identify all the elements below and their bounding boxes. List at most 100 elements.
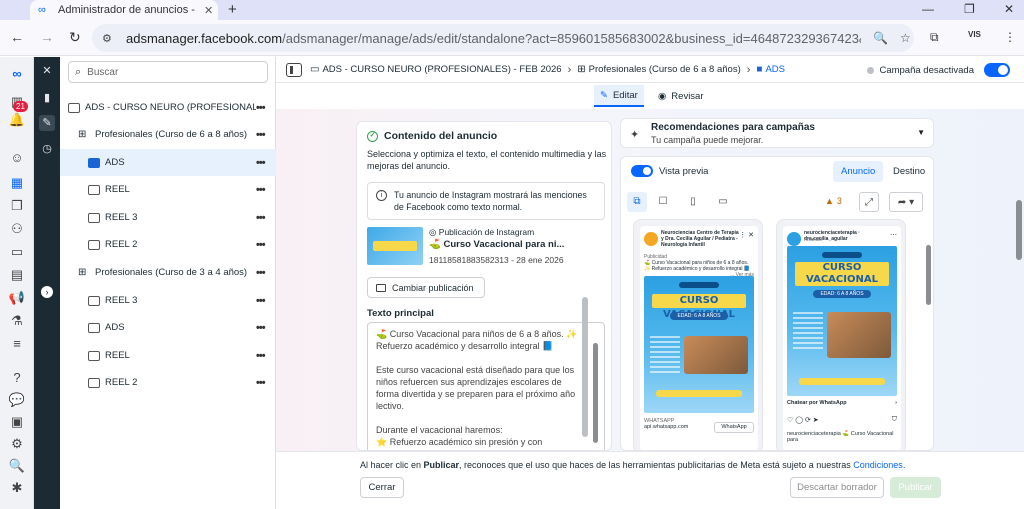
change-post-button[interactable]: Cambiar publicación <box>367 277 485 298</box>
ad-icon: ■ <box>756 64 763 75</box>
editor-scrollbar[interactable] <box>582 297 588 437</box>
tree-item-ad[interactable]: REEL ••• <box>60 342 276 369</box>
tools-icon[interactable]: ⚗ <box>8 312 26 330</box>
tree-item-adset[interactable]: ⊞ Profesionales (Curso de 3 a 4 años) ••… <box>60 259 276 286</box>
caret-down-icon[interactable]: ▼ <box>917 128 925 137</box>
edit-pencil-icon[interactable]: ✎ <box>39 115 55 131</box>
square-icon[interactable]: ☐ <box>653 192 673 212</box>
breadcrumb-ad[interactable]: ADS <box>765 64 785 75</box>
review-mode-button[interactable]: ◉ Revisar <box>652 85 710 107</box>
ad-content-card: ✓ Contenido del anuncio Selecciona y opt… <box>356 121 612 451</box>
help-icon[interactable]: ? <box>8 369 26 387</box>
preview-toggle[interactable] <box>631 165 653 177</box>
tree-item-ad[interactable]: ADS ••• <box>60 314 276 341</box>
tree-item-campaign[interactable]: ADS - CURSO NEURO (PROFESIONAL... ••• <box>60 94 276 121</box>
tree-item-ad[interactable]: REEL ••• <box>60 176 276 203</box>
browser-menu-icon[interactable]: ⋮ <box>1004 30 1016 44</box>
site-info-icon[interactable]: ⚙ <box>102 32 118 45</box>
menu-icon[interactable]: ≡ <box>8 335 26 353</box>
panel-toggle-icon[interactable] <box>286 62 302 77</box>
search-icon[interactable]: 🔍 <box>8 457 26 475</box>
bug-icon[interactable]: ✱ <box>8 479 26 497</box>
reports-icon[interactable]: ▤ <box>8 266 26 284</box>
edit-mode-button[interactable]: ✎ Editar <box>594 85 644 107</box>
expand-icon[interactable]: ⤢ <box>859 192 879 212</box>
more-options-icon[interactable]: ••• <box>256 295 276 307</box>
table-icon[interactable]: ▦ <box>8 174 26 192</box>
forward-icon[interactable]: → <box>40 29 54 45</box>
poster-photo <box>827 312 891 358</box>
more-options-icon[interactable]: ••• <box>256 102 276 114</box>
bell-icon[interactable]: 🔔 <box>8 111 26 129</box>
news-icon[interactable]: ▣ <box>8 413 26 431</box>
smile-icon[interactable]: ☺ <box>8 149 26 167</box>
tree-item-ad[interactable]: REEL 2 ••• <box>60 369 276 396</box>
recommendations-card[interactable]: ✦ Recomendaciones para campañas Tu campa… <box>620 118 934 148</box>
preview-scrollbar[interactable] <box>926 245 931 305</box>
close-button[interactable]: Cerrar <box>360 477 404 498</box>
meta-tab-icon: ∞ <box>38 4 46 16</box>
landscape-icon[interactable]: ▭ <box>713 192 733 212</box>
discard-draft-button[interactable]: Descartar borrador <box>790 477 884 498</box>
more-options-icon[interactable]: ••• <box>256 184 276 196</box>
megaphone-icon[interactable]: 📢 <box>8 289 26 307</box>
audience-icon[interactable]: ⚇ <box>8 220 26 238</box>
back-icon[interactable]: ← <box>10 29 24 45</box>
mode-bar: ✎ Editar ◉ Revisar <box>276 83 1024 109</box>
more-options-icon[interactable]: ••• <box>256 157 276 169</box>
pages-icon[interactable]: ❐ <box>8 197 26 215</box>
phone-icon[interactable]: ▯ <box>683 192 703 212</box>
more-options-icon[interactable]: ••• <box>256 239 276 251</box>
terms-link[interactable]: Condiciones <box>853 460 903 470</box>
campaign-tree-panel: ⌕ Buscar ADS - CURSO NEURO (PROFESIONAL.… <box>60 57 276 509</box>
meta-logo-icon[interactable]: ∞ <box>8 65 26 83</box>
expand-chevron-icon[interactable]: › <box>41 286 53 298</box>
bar-chart-icon[interactable]: ▮ <box>39 90 55 106</box>
campaign-toggle[interactable] <box>984 63 1010 77</box>
more-options-icon[interactable]: ••• <box>256 129 276 141</box>
breadcrumb-adset[interactable]: Profesionales (Curso de 6 a 8 años) <box>589 64 741 75</box>
ad-poster-image: CURSO VACACIONAL EDAD: 6 A 8 AÑOS <box>644 276 754 413</box>
textarea-scrollbar[interactable] <box>593 343 598 443</box>
maximize-icon[interactable]: ❐ <box>964 2 975 16</box>
warning-indicator[interactable]: ▲ 3 <box>825 196 842 206</box>
minimize-icon[interactable]: — <box>922 2 934 16</box>
whatsapp-button: WhatsApp <box>714 422 754 433</box>
card-icon[interactable]: ▭ <box>8 243 26 261</box>
close-editor-icon[interactable]: ✕ <box>39 63 55 79</box>
chat-icon[interactable]: 💬 <box>8 391 26 409</box>
zoom-icon[interactable]: 🔍 <box>873 31 888 45</box>
close-window-icon[interactable]: ✕ <box>1004 2 1014 16</box>
multi-device-icon[interactable]: ⧉ <box>627 192 647 212</box>
tab-destination[interactable]: Destino <box>885 161 933 182</box>
more-options-icon[interactable]: ••• <box>256 377 276 389</box>
tab-close-icon[interactable]: ✕ <box>204 4 213 17</box>
tree-search-input[interactable]: ⌕ Buscar <box>68 61 268 83</box>
browser-tab[interactable]: ∞ Administrador de anuncios - A ✕ <box>30 0 218 20</box>
history-clock-icon[interactable]: ◷ <box>39 141 55 157</box>
more-options-icon[interactable]: ••• <box>256 350 276 362</box>
extensions-icon[interactable]: ⧉ <box>930 30 939 45</box>
url-text[interactable]: adsmanager.facebook.com/adsmanager/manag… <box>126 31 861 46</box>
reload-icon[interactable]: ↻ <box>69 29 81 46</box>
check-circle-icon: ✓ <box>367 130 378 142</box>
tree-item-ad[interactable]: REEL 2 ••• <box>60 231 276 258</box>
tree-item-ad-selected[interactable]: ADS ••• <box>60 149 276 176</box>
profile-avatar[interactable]: VIS <box>968 30 981 39</box>
breadcrumb-campaign[interactable]: ADS - CURSO NEURO (PROFESIONALES) - FEB … <box>322 64 561 75</box>
tree-item-ad[interactable]: REEL 3 ••• <box>60 204 276 231</box>
page-scrollbar[interactable] <box>1016 200 1022 260</box>
more-options-icon[interactable]: ••• <box>256 322 276 334</box>
more-options-icon[interactable]: ••• <box>256 267 276 279</box>
tree-item-ad[interactable]: REEL 3 ••• <box>60 287 276 314</box>
publish-button[interactable]: Publicar <box>890 477 941 498</box>
tab-ad[interactable]: Anuncio <box>833 161 884 182</box>
settings-gear-icon[interactable]: ⚙ <box>8 435 26 453</box>
bookmark-star-icon[interactable]: ☆ <box>900 31 911 45</box>
new-tab-button[interactable]: + <box>228 1 237 18</box>
more-options-icon[interactable]: ••• <box>256 212 276 224</box>
address-bar[interactable]: ⚙ adsmanager.facebook.com/adsmanager/man… <box>92 24 914 52</box>
share-menu-icon[interactable]: ➦ ▾ <box>889 192 923 212</box>
tree-item-adset[interactable]: ⊞ Profesionales (Curso de 6 a 8 años) ••… <box>60 121 276 148</box>
main-text-field[interactable]: ⛳ Curso Vacacional para niños de 6 a 8 a… <box>367 322 605 450</box>
